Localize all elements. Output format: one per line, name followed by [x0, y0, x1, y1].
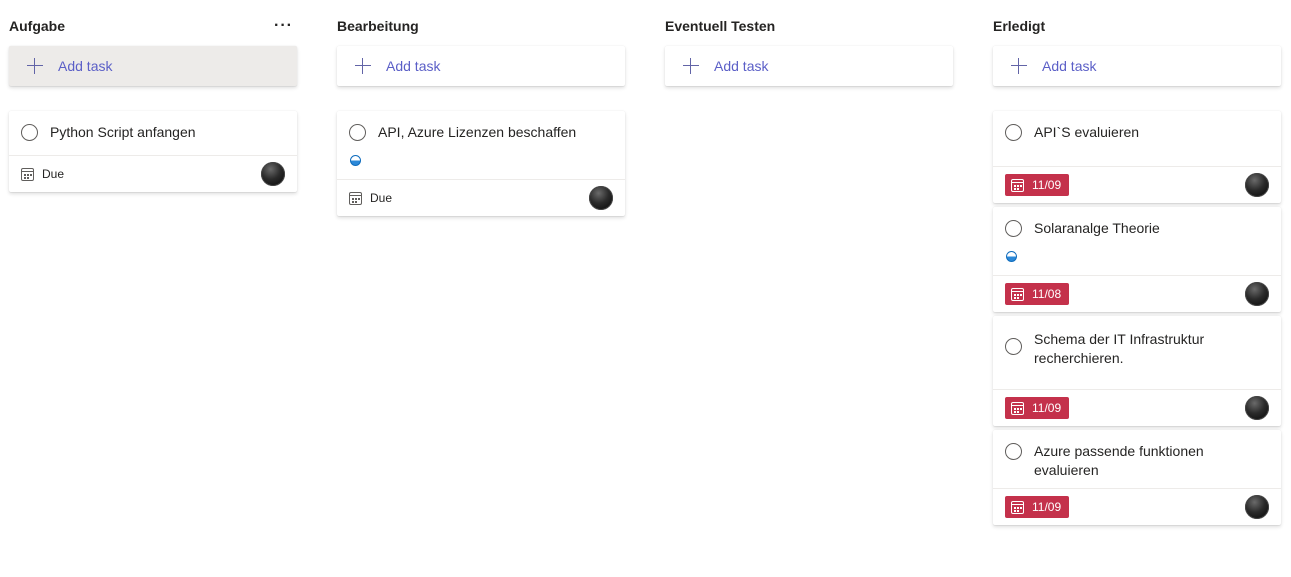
due-date-badge[interactable]: 11/08	[1005, 283, 1070, 305]
plus-icon	[354, 57, 372, 75]
avatar[interactable]	[1245, 396, 1269, 420]
column-eventuell-testen: Eventuell Testen Add task	[665, 0, 953, 86]
task-card[interactable]: Python Script anfangen Due	[9, 111, 297, 192]
avatar[interactable]	[261, 162, 285, 186]
avatar[interactable]	[1245, 282, 1269, 306]
task-list: Python Script anfangen Due	[9, 111, 297, 192]
task-title: Python Script anfangen	[50, 124, 196, 140]
task-card[interactable]: API`S evaluieren 11/09	[993, 111, 1281, 203]
column-aufgabe: Aufgabe ··· Add task Python Script anfan…	[9, 0, 297, 196]
task-title: API, Azure Lizenzen beschaffen	[378, 124, 577, 140]
due-date-label: 11/09	[1032, 178, 1062, 192]
due-date-label: 11/08	[1032, 287, 1062, 301]
task-header: Python Script anfangen	[9, 111, 297, 155]
column-title[interactable]: Erledigt	[993, 18, 1045, 34]
calendar-icon	[21, 167, 34, 181]
complete-checkbox[interactable]	[1005, 443, 1022, 460]
complete-checkbox[interactable]	[21, 124, 38, 141]
task-header: API`S evaluieren	[993, 111, 1281, 166]
task-title: Azure passende funktionen evaluieren	[1034, 443, 1204, 478]
column-title[interactable]: Eventuell Testen	[665, 18, 775, 34]
due-date-label: 11/09	[1032, 500, 1062, 514]
due-date-badge[interactable]: 11/09	[1005, 397, 1070, 419]
task-card[interactable]: Solaranalge Theorie 11/08	[993, 207, 1281, 312]
task-list: API`S evaluieren 11/09 Solaranalge Theor…	[993, 111, 1281, 525]
column-header: Aufgabe ···	[9, 0, 297, 52]
in-progress-icon[interactable]	[1006, 250, 1017, 262]
add-task-label: Add task	[714, 58, 769, 74]
column-bearbeitung: Bearbeitung Add task API, Azure Lizenzen…	[337, 0, 625, 220]
task-card[interactable]: API, Azure Lizenzen beschaffen Due	[337, 111, 625, 216]
due-date-label: Due	[370, 191, 393, 205]
avatar[interactable]	[1245, 495, 1269, 519]
task-footer: 11/08	[993, 275, 1281, 312]
column-erledigt: Erledigt Add task API`S evaluieren 11/09…	[993, 0, 1281, 529]
add-task-label: Add task	[386, 58, 441, 74]
task-title: API`S evaluieren	[1034, 124, 1140, 140]
calendar-icon	[1011, 401, 1024, 415]
calendar-icon	[349, 191, 362, 205]
add-task-button[interactable]: Add task	[665, 46, 953, 86]
column-header: Erledigt	[993, 0, 1281, 52]
add-task-button[interactable]: Add task	[9, 46, 297, 86]
task-footer: Due	[9, 155, 297, 192]
plus-icon	[26, 57, 44, 75]
due-date-button[interactable]: Due	[21, 167, 64, 181]
calendar-icon	[1011, 500, 1024, 514]
add-task-label: Add task	[58, 58, 113, 74]
calendar-icon	[1011, 287, 1024, 301]
plus-icon	[1010, 57, 1028, 75]
complete-checkbox[interactable]	[1005, 220, 1022, 237]
column-title[interactable]: Aufgabe	[9, 18, 65, 34]
more-options-icon[interactable]: ···	[270, 18, 297, 34]
task-title: Solaranalge Theorie	[1034, 220, 1160, 236]
task-footer: 11/09	[993, 488, 1281, 525]
complete-checkbox[interactable]	[1005, 124, 1022, 141]
due-date-badge[interactable]: 11/09	[1005, 174, 1070, 196]
task-footer: Due	[337, 179, 625, 216]
task-footer: 11/09	[993, 166, 1281, 203]
task-footer: 11/09	[993, 389, 1281, 426]
add-task-button[interactable]: Add task	[337, 46, 625, 86]
task-card[interactable]: Azure passende funktionen evaluieren 11/…	[993, 430, 1281, 525]
calendar-icon	[1011, 178, 1024, 192]
task-list: API, Azure Lizenzen beschaffen Due	[337, 111, 625, 216]
column-header: Bearbeitung	[337, 0, 625, 52]
task-header: Azure passende funktionen evaluieren	[993, 430, 1281, 488]
avatar[interactable]	[1245, 173, 1269, 197]
add-task-label: Add task	[1042, 58, 1097, 74]
column-header: Eventuell Testen	[665, 0, 953, 52]
task-title: Schema der IT Infrastruktur recherchiere…	[1034, 331, 1205, 366]
in-progress-icon[interactable]	[350, 154, 361, 166]
complete-checkbox[interactable]	[1005, 338, 1022, 355]
column-title[interactable]: Bearbeitung	[337, 18, 419, 34]
due-date-label: 11/09	[1032, 401, 1062, 415]
due-date-badge[interactable]: 11/09	[1005, 496, 1070, 518]
due-date-label: Due	[42, 167, 65, 181]
task-card[interactable]: Schema der IT Infrastruktur recherchiere…	[993, 316, 1281, 426]
complete-checkbox[interactable]	[349, 124, 366, 141]
task-header: Schema der IT Infrastruktur recherchiere…	[993, 316, 1281, 389]
plus-icon	[682, 57, 700, 75]
avatar[interactable]	[589, 186, 613, 210]
due-date-button[interactable]: Due	[349, 191, 392, 205]
add-task-button[interactable]: Add task	[993, 46, 1281, 86]
